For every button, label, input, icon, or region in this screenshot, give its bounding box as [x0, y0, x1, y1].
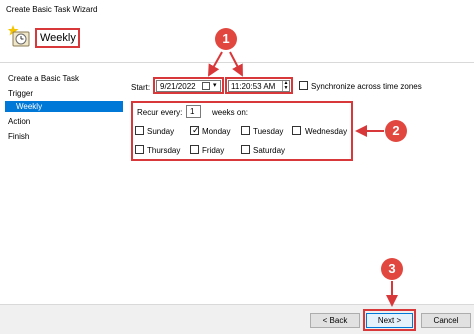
sidebar-item-trigger[interactable]: Trigger — [8, 89, 33, 98]
page-title: Weekly — [40, 32, 76, 44]
friday-label: Friday — [202, 146, 225, 155]
sidebar-item-create-basic-task[interactable]: Create a Basic Task — [8, 74, 79, 83]
checkmark-icon: ✓ — [192, 125, 200, 135]
saturday-checkbox[interactable] — [241, 145, 250, 154]
saturday-label: Saturday — [253, 146, 286, 155]
start-date-value: 9/21/2022 — [160, 82, 196, 91]
thursday-checkbox[interactable] — [135, 145, 144, 154]
callout-badge-2: 2 — [385, 120, 407, 142]
wednesday-label: Wednesday — [305, 127, 348, 136]
back-button[interactable]: < Back — [310, 313, 360, 328]
sync-time-zones-checkbox[interactable] — [299, 81, 308, 90]
thursday-label: Thursday — [147, 146, 181, 155]
sidebar-item-weekly[interactable]: Weekly — [5, 101, 123, 112]
recur-weeks-value: 1 — [190, 107, 195, 116]
wednesday-checkbox[interactable] — [292, 126, 301, 135]
sync-time-zones-label: Synchronize across time zones — [311, 82, 422, 91]
header-divider — [0, 62, 474, 63]
cancel-button[interactable]: Cancel — [421, 313, 471, 328]
weeks-on-label: weeks on: — [212, 108, 249, 117]
start-time-value: 11:20:53 AM — [231, 82, 276, 91]
tuesday-label: Tuesday — [253, 127, 284, 136]
window-title: Create Basic Task Wizard — [6, 5, 98, 14]
sunday-label: Sunday — [147, 127, 175, 136]
start-time-field[interactable]: 11:20:53 AM ▲ ▼ — [228, 80, 290, 92]
scheduled-task-icon — [8, 24, 30, 48]
sunday-checkbox[interactable] — [135, 126, 144, 135]
next-button[interactable]: Next > — [366, 313, 413, 328]
callout-badge-1: 1 — [215, 28, 237, 50]
sidebar-item-finish[interactable]: Finish — [8, 132, 29, 141]
tuesday-checkbox[interactable] — [241, 126, 250, 135]
chevron-down-icon[interactable]: ▾ — [213, 81, 217, 89]
callout-badge-3: 3 — [381, 258, 403, 280]
sidebar-item-action[interactable]: Action — [8, 117, 30, 126]
time-spin-icon[interactable]: ▲ ▼ — [282, 81, 289, 91]
calendar-icon[interactable] — [202, 82, 210, 90]
monday-checkbox[interactable]: ✓ — [190, 125, 200, 135]
monday-label: Monday — [202, 127, 231, 136]
start-label: Start: — [131, 83, 151, 92]
friday-checkbox[interactable] — [190, 145, 199, 154]
recur-every-label: Recur every: — [137, 108, 183, 117]
recur-weeks-input[interactable]: 1 — [186, 105, 201, 118]
start-date-picker[interactable]: 9/21/2022 ▾ — [156, 80, 221, 92]
